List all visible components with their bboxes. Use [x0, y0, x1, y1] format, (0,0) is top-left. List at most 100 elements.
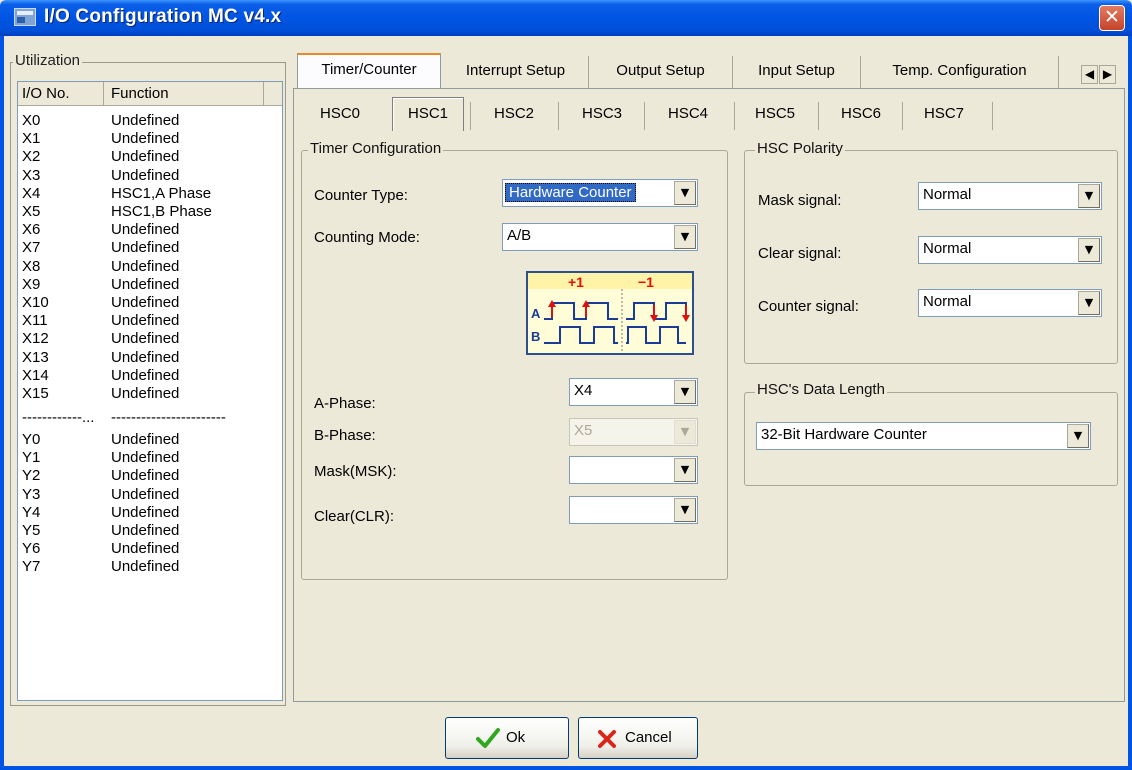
io-function: Undefined: [111, 522, 180, 539]
io-number: X1: [22, 130, 41, 148]
subtab-separator: [818, 102, 819, 130]
mask-signal-label: Mask signal:: [758, 192, 842, 209]
waveform-graphic: +1 −1 A B: [528, 273, 692, 353]
io-number: Y5: [22, 522, 41, 539]
io-function: Undefined: [111, 148, 180, 166]
chevron-down-icon[interactable]: ▼: [674, 498, 696, 522]
tab-scroll-right-icon[interactable]: ▶: [1099, 65, 1116, 84]
a-phase-value: X4: [574, 382, 593, 399]
io-function: Undefined: [111, 239, 180, 257]
io-number: Y3: [22, 485, 41, 503]
subtab-hsc0[interactable]: HSC0: [304, 98, 376, 130]
io-number: ------------...: [22, 409, 95, 426]
io-function: HSC1,B Phase: [111, 203, 212, 220]
io-number: Y6: [22, 540, 41, 558]
chevron-down-icon[interactable]: ▼: [1078, 238, 1100, 262]
io-number: X5: [22, 203, 41, 220]
io-function: Undefined: [111, 348, 180, 366]
tab-input-setup[interactable]: Input Setup: [733, 56, 861, 88]
io-function: Undefined: [111, 294, 180, 311]
title-bar[interactable]: I/O Configuration MC v4.x ✕: [0, 0, 1132, 36]
io-number: X0: [22, 112, 41, 129]
counter-type-value: Hardware Counter: [505, 183, 636, 202]
waveform-a-label: A: [531, 306, 541, 321]
b-phase-value: X5: [574, 422, 593, 439]
io-function: Undefined: [111, 431, 180, 448]
chevron-down-icon[interactable]: ▼: [1078, 291, 1100, 315]
ok-button[interactable]: Ok: [445, 717, 569, 759]
io-number: Y4: [22, 503, 41, 521]
chevron-down-icon[interactable]: ▼: [674, 458, 696, 482]
chevron-down-icon[interactable]: ▼: [1078, 184, 1100, 208]
tab-timer-counter[interactable]: Timer/Counter: [297, 53, 441, 89]
subtab-hsc7[interactable]: HSC7: [906, 98, 982, 130]
ok-button-label: Ok: [506, 729, 526, 746]
io-function: Undefined: [111, 540, 180, 558]
io-function: Undefined: [111, 130, 180, 148]
subtab-separator: [470, 102, 471, 130]
column-header-io[interactable]: I/O No.: [18, 82, 104, 106]
b-phase-select: X5 ▼: [569, 418, 698, 446]
waveform-a-up: [544, 302, 618, 320]
io-number: X15: [22, 385, 49, 402]
column-header-function[interactable]: Function: [104, 82, 264, 106]
a-phase-select[interactable]: X4 ▼: [569, 378, 698, 406]
io-number: X3: [22, 166, 41, 184]
subtab-hsc3[interactable]: HSC3: [564, 98, 640, 130]
tab-interrupt-setup[interactable]: Interrupt Setup: [443, 56, 589, 88]
a-phase-label: A-Phase:: [314, 395, 376, 412]
counter-signal-label: Counter signal:: [758, 298, 859, 315]
window-border-bottom: [0, 766, 1132, 770]
io-number: X8: [22, 257, 41, 275]
io-number: X10: [22, 294, 49, 311]
io-function: Undefined: [111, 366, 180, 384]
io-function: Undefined: [111, 485, 180, 503]
io-function: Undefined: [111, 275, 180, 293]
tab-output-setup[interactable]: Output Setup: [589, 56, 733, 88]
chevron-down-icon[interactable]: ▼: [1067, 424, 1089, 448]
window-title: I/O Configuration MC v4.x: [44, 6, 282, 27]
counting-mode-select[interactable]: A/B ▼: [502, 223, 698, 251]
waveform-b-up: [544, 326, 618, 344]
chevron-down-icon[interactable]: ▼: [674, 380, 696, 404]
subtab-hsc4[interactable]: HSC4: [650, 98, 726, 130]
waveform-b-label: B: [531, 329, 540, 344]
tab-temp-configuration[interactable]: Temp. Configuration: [861, 56, 1059, 88]
cancel-button-label: Cancel: [625, 729, 672, 746]
subtab-hsc2[interactable]: HSC2: [476, 98, 552, 130]
io-function: Undefined: [111, 449, 180, 467]
clear-clr-label: Clear(CLR):: [314, 508, 395, 525]
cancel-x-icon: [598, 730, 616, 748]
hsc-data-length-legend: HSC's Data Length: [755, 381, 887, 398]
close-button[interactable]: ✕: [1099, 5, 1125, 31]
mask-msk-select[interactable]: ▼: [569, 456, 698, 484]
clear-signal-value: Normal: [923, 240, 972, 257]
clear-signal-select[interactable]: Normal ▼: [918, 236, 1102, 264]
chevron-down-icon[interactable]: ▼: [674, 181, 696, 205]
io-number: Y2: [22, 467, 41, 485]
io-function: Undefined: [111, 467, 180, 485]
timer-configuration-legend: Timer Configuration: [308, 140, 444, 157]
io-function: Undefined: [111, 558, 180, 576]
subtab-hsc1[interactable]: HSC1: [392, 97, 464, 131]
io-function: Undefined: [111, 166, 180, 184]
io-function: HSC1,A Phase: [111, 184, 212, 202]
subtab-hsc5[interactable]: HSC5: [740, 98, 810, 130]
utilization-legend: Utilization: [13, 52, 83, 69]
utilization-header: I/O No. Function: [18, 82, 282, 106]
mask-msk-label: Mask(MSK):: [314, 463, 397, 480]
mask-signal-select[interactable]: Normal ▼: [918, 182, 1102, 210]
chevron-down-icon[interactable]: ▼: [674, 225, 696, 249]
counter-type-select[interactable]: Hardware Counter ▼: [502, 179, 698, 207]
subtab-separator: [992, 102, 993, 130]
subtab-hsc6[interactable]: HSC6: [824, 98, 898, 130]
subtab-separator: [902, 102, 903, 130]
counter-signal-select[interactable]: Normal ▼: [918, 289, 1102, 317]
io-function: Undefined: [111, 112, 180, 129]
utilization-list[interactable]: I/O No. Function X0 Undefined X1 Undefined X…: [17, 81, 283, 701]
cancel-button[interactable]: Cancel: [578, 717, 698, 759]
tab-scroll-left-icon[interactable]: ◀: [1081, 65, 1098, 84]
io-function: Undefined: [111, 312, 180, 330]
clear-clr-select[interactable]: ▼: [569, 496, 698, 524]
data-length-select[interactable]: 32-Bit Hardware Counter ▼: [756, 422, 1091, 450]
